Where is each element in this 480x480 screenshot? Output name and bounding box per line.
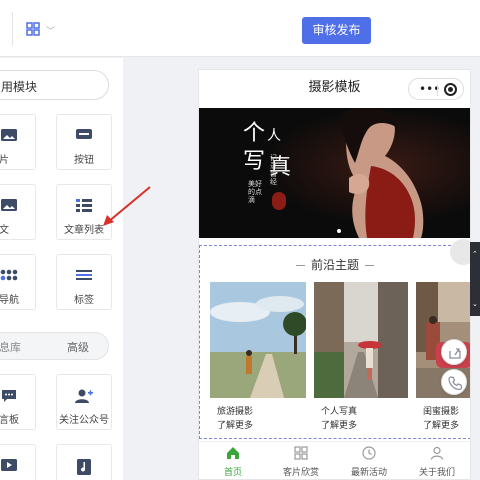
tab-events[interactable]: 最新活动 [335,445,403,479]
toolbar-divider [12,12,13,46]
top-bar: ﹀ 审核发布 [0,0,480,57]
module-tile-label: 留言板 [0,415,19,426]
module-tile-label: 图文 [0,225,9,236]
close-target-icon[interactable] [444,83,457,96]
module-tile-label: 按钮 [74,155,94,166]
phone-icon [448,376,462,390]
module-tile-nav-grid[interactable]: 方导航 [0,254,36,310]
carousel-indicator[interactable] [337,229,341,233]
module-tile-label: 标签 [74,295,94,306]
mini-program-capsule: ••• [408,78,464,100]
theme-card-travel[interactable]: 旅游摄影 了解更多 [210,282,306,432]
section-heading: 前沿主题 [200,256,470,273]
share-icon [449,348,461,359]
home-icon [227,447,239,459]
card-title: 个人写真 [321,407,358,417]
card-more-link[interactable]: 了解更多 [217,418,253,431]
featured-themes-section: 前沿主题 旅游摄影 了解更多 个人写真 了解更多 闺蜜摄影 了解更多 [199,245,470,439]
module-tile-image[interactable]: 图片 [0,114,36,170]
music-icon [77,459,91,475]
tab-gallery[interactable]: 客片欣赏 [267,445,335,479]
video-icon [1,459,17,471]
gallery-icon [294,446,308,460]
card-more-link[interactable]: 了解更多 [423,418,459,431]
banner-char: 个 [243,121,266,146]
nav-grid-icon [0,269,18,281]
banner-subtitle-2: 美好的点滴 [248,180,262,204]
module-tile-tag[interactable]: 标签 [56,254,112,310]
section-title: 前沿主题 [310,258,359,272]
bottom-tab-bar: 首页 客片欣赏 最新活动 关于我们 [199,441,470,479]
banner-char: 写 [243,149,266,174]
follow-icon [75,389,93,403]
banner-subtitle-1: 记录曾经 [270,154,277,186]
module-category-pill[interactable]: 用模块 [0,70,109,100]
annotation-arrow [103,186,151,226]
card-more-link[interactable]: 了解更多 [321,418,357,431]
user-icon [430,446,444,460]
module-tile-video[interactable] [0,444,36,480]
banner-char: 人 [267,128,281,144]
seal-stamp [272,192,286,210]
chevron-down-icon: ﹀ [46,27,56,37]
tab-home[interactable]: 首页 [199,445,267,479]
card-title: 闺蜜摄影 [423,407,460,417]
tab-label: 客片欣赏 [282,468,319,478]
layout-switch-button[interactable]: ﹀ [26,22,56,38]
module-tile-button[interactable]: 按钮 [56,114,112,170]
mobile-preview: 摄影模板 ••• 个 人 写 真 记录曾经 美好的点滴 前沿主题 旅游摄影 了解… [198,69,471,480]
tab-label: 最新活动 [350,468,387,478]
image-text-icon [1,199,17,211]
button-icon [76,129,92,139]
module-tile-follow[interactable]: 关注公众号 [56,374,112,430]
module-tile-message-board[interactable]: 留言板 [0,374,36,430]
card-title: 旅游摄影 [217,407,254,417]
strip-glyph: ⌃ [472,250,478,258]
card-photo [210,282,306,398]
module-tile-label: 图片 [0,155,9,166]
image-icon [1,129,17,141]
grid-icon [26,22,40,36]
share-button[interactable] [441,339,467,365]
tab-advanced[interactable]: 高级 [67,339,89,355]
module-tile-label: 关注公众号 [59,415,109,426]
banner-carousel[interactable]: 个 人 写 真 记录曾经 美好的点滴 [199,108,470,238]
strip-glyph: ⌄ [472,300,478,308]
module-tab-switch: 息库 高级 [0,332,109,360]
theme-card-portrait[interactable]: 个人写真 了解更多 [314,282,408,432]
tab-label: 关于我们 [418,468,455,478]
capsule-divider [437,84,438,96]
module-panel: 用模块 图片 按钮 图文 文章列表 方导航 标签 息库 高级 留言板 关注公众号 [0,58,123,480]
phone-call-button[interactable] [441,369,467,395]
tab-about[interactable]: 关于我们 [403,445,470,479]
tab-basic[interactable]: 息库 [0,339,21,355]
banner-photo [199,108,470,238]
module-tile-label: 方导航 [0,295,19,306]
module-tile-music[interactable] [56,444,112,480]
article-list-icon [76,199,92,212]
heading-line [365,265,374,266]
clock-icon [362,446,376,460]
tag-icon [76,270,92,280]
publish-button[interactable]: 审核发布 [302,17,371,44]
side-toolbar-strip[interactable]: ⌃ ⌄ [470,242,480,316]
message-board-icon [2,390,16,402]
card-photo [314,282,408,398]
module-tile-image-text[interactable]: 图文 [0,184,36,240]
heading-line [295,265,305,266]
module-category-label: 用模块 [1,80,38,94]
tab-label: 首页 [223,468,242,478]
